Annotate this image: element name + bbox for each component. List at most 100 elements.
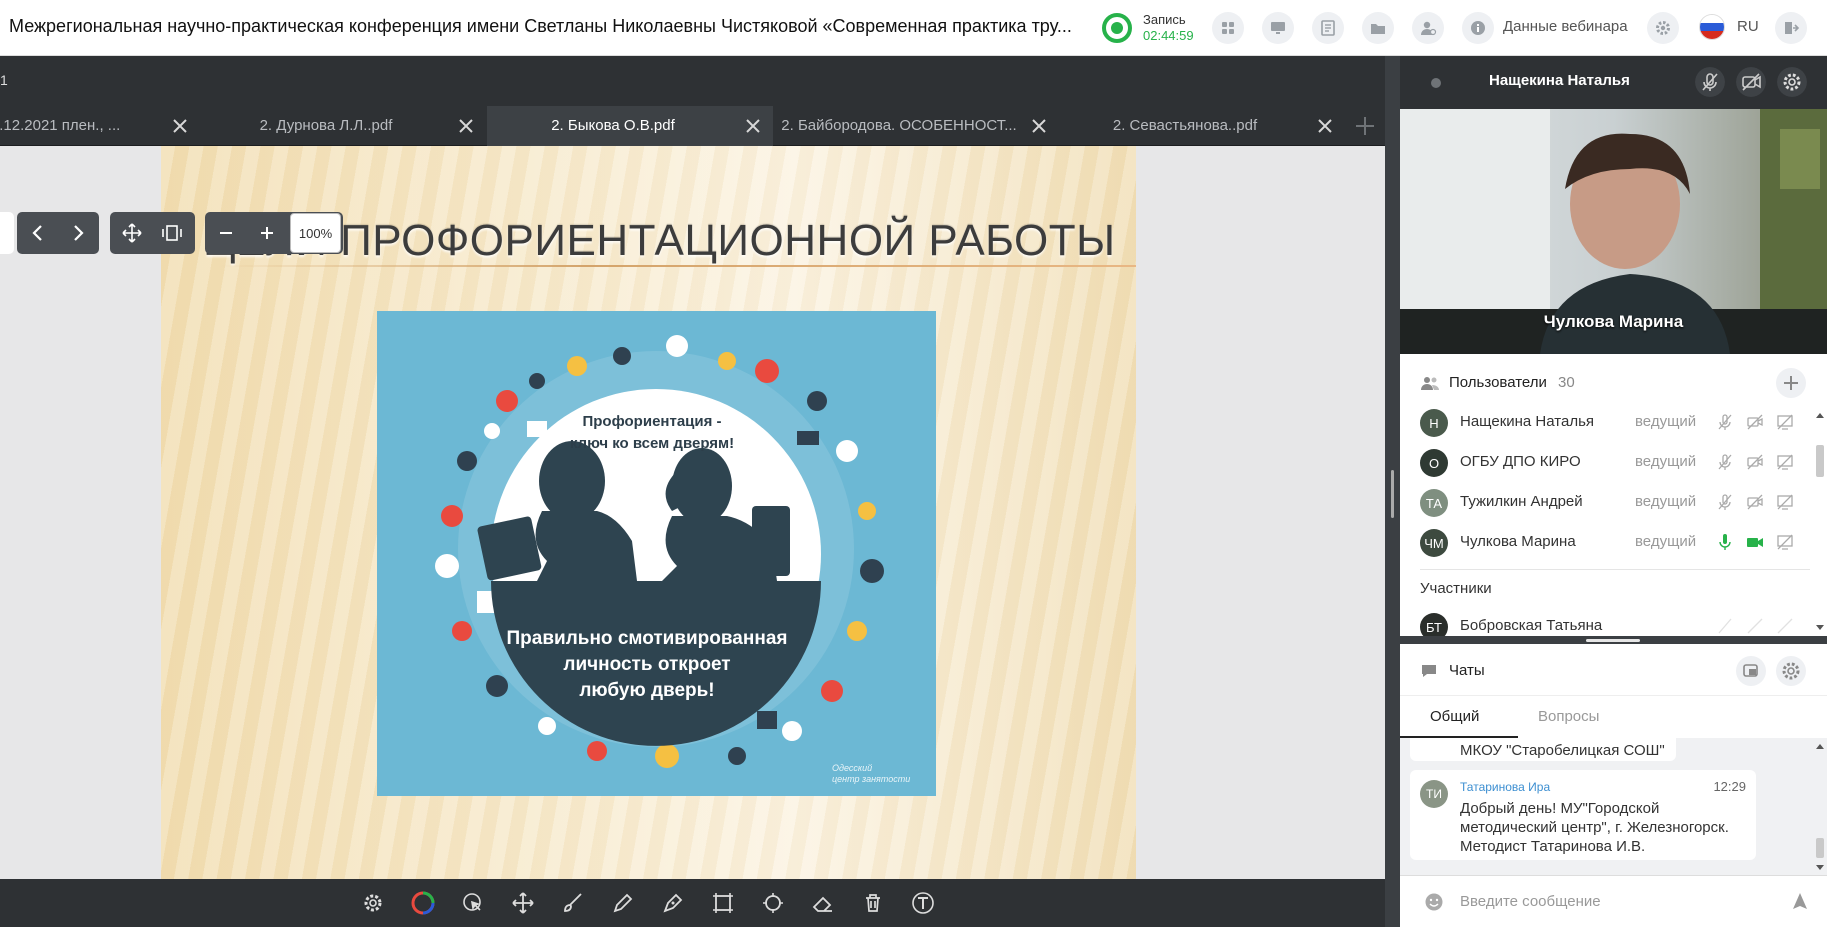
pencil-icon[interactable] (611, 891, 635, 915)
settings-icon[interactable] (361, 891, 385, 915)
screen-off-icon[interactable] (1775, 616, 1795, 636)
screen-off-icon[interactable] (1775, 492, 1795, 512)
prev-page-icon[interactable] (26, 221, 50, 245)
user-name: ОГБУ ДПО КИРО (1460, 453, 1581, 470)
screen-off-icon[interactable] (1775, 452, 1795, 472)
file-tabs: КА 17.12.2021 плен., ... 2. Дурнова Л.Л.… (0, 106, 1385, 146)
send-icon[interactable] (1789, 890, 1811, 912)
camera-on-icon[interactable] (1745, 532, 1765, 552)
documents-button[interactable] (1312, 12, 1344, 44)
language-selector[interactable]: RU (1737, 18, 1759, 35)
zoom-level[interactable]: 100% (290, 213, 341, 253)
file-tab[interactable]: 2. Севастьянова..pdf (1059, 106, 1345, 146)
zoom-in-icon[interactable] (255, 221, 279, 245)
screen-share-button[interactable] (1262, 12, 1294, 44)
file-tab-label: 2. Байбородова. ОСОБЕННОСТ... (781, 117, 1017, 134)
fit-width-icon[interactable] (160, 221, 184, 245)
chat-message: ТИ Татаринова Ира 12:29 Добрый день! МУ"… (1410, 770, 1756, 860)
mic-on-icon[interactable] (1715, 532, 1735, 552)
splitter-handle[interactable] (1586, 639, 1640, 642)
fit-page-icon[interactable] (120, 221, 144, 245)
scroll-down-icon[interactable] (1815, 624, 1825, 632)
user-settings-button[interactable] (1412, 12, 1444, 44)
add-tab-icon[interactable] (1353, 114, 1377, 138)
page-input[interactable] (0, 212, 14, 254)
settings-button[interactable] (1647, 12, 1679, 44)
emoji-icon[interactable] (1424, 892, 1444, 912)
scroll-thumb[interactable] (1816, 838, 1824, 858)
webinar-data-link[interactable]: Данные вебинара (1503, 18, 1628, 35)
circle-icon[interactable] (761, 891, 785, 915)
scroll-up-icon[interactable] (1815, 742, 1825, 750)
tab-questions[interactable]: Вопросы (1538, 708, 1599, 725)
brush-icon[interactable] (561, 891, 585, 915)
tab-general[interactable]: Общий (1430, 708, 1479, 725)
users-scrollbar[interactable] (1813, 411, 1827, 633)
file-tab-label: КА 17.12.2021 плен., ... (0, 117, 121, 134)
pen-icon[interactable] (661, 891, 685, 915)
camera-off-icon[interactable] (1745, 412, 1765, 432)
eraser-icon[interactable] (811, 891, 835, 915)
pointer-icon[interactable] (461, 891, 485, 915)
close-icon[interactable] (170, 116, 190, 136)
slide-viewer[interactable]: ЦЕЛИ ПРОФОРИЕНТАЦИОННОЙ РАБОТЫ Профориен… (0, 146, 1385, 879)
mic-off-icon[interactable] (1715, 412, 1735, 432)
info-button[interactable] (1462, 12, 1494, 44)
add-user-icon[interactable] (1776, 368, 1806, 398)
mic-off-icon[interactable] (1715, 492, 1735, 512)
scroll-thumb[interactable] (1816, 445, 1824, 477)
screen-off-icon[interactable] (1775, 532, 1795, 552)
zoom-out-icon[interactable] (214, 221, 238, 245)
close-icon[interactable] (456, 116, 476, 136)
avatar: О (1420, 449, 1448, 477)
color-wheel-icon[interactable] (411, 891, 435, 915)
camera-off-icon[interactable] (1736, 67, 1766, 97)
mic-off-icon[interactable] (1715, 616, 1735, 636)
trash-icon[interactable] (861, 891, 885, 915)
user-row[interactable]: ТА Тужилкин Андрей ведущий (1400, 482, 1810, 522)
camera-off-icon[interactable] (1745, 616, 1765, 636)
video-feed[interactable]: Чулкова Марина (1400, 109, 1827, 354)
scroll-up-icon[interactable] (1815, 411, 1825, 419)
mic-off-icon[interactable] (1695, 67, 1725, 97)
avatar: ЧМ (1420, 529, 1448, 557)
close-icon[interactable] (1315, 116, 1335, 136)
rectangle-icon[interactable] (711, 891, 735, 915)
file-tab[interactable]: КА 17.12.2021 плен., ... (0, 106, 200, 146)
file-tab[interactable]: 2. Дурнова Л.Л..pdf (200, 106, 486, 146)
chat-input[interactable]: Введите сообщение (1400, 875, 1827, 927)
next-page-icon[interactable] (66, 221, 90, 245)
gear-icon[interactable] (1777, 67, 1807, 97)
chat-popout-icon[interactable] (1736, 656, 1766, 686)
message-input-placeholder[interactable]: Введите сообщение (1460, 893, 1601, 910)
avatar: БТ (1420, 613, 1448, 636)
user-row[interactable]: БТ Бобровская Татьяна (1400, 606, 1810, 636)
apps-button[interactable] (1212, 12, 1244, 44)
message-author[interactable]: Татаринова Ира (1460, 780, 1550, 794)
page-strip: 1 (0, 56, 1385, 106)
close-icon[interactable] (1029, 116, 1049, 136)
divider-handle[interactable] (1391, 470, 1394, 518)
user-row[interactable]: ЧМ Чулкова Марина ведущий (1400, 522, 1810, 562)
message-time: 12:29 (1713, 779, 1746, 794)
files-button[interactable] (1362, 12, 1394, 44)
flag-ru-icon[interactable] (1699, 14, 1725, 40)
file-tab-active[interactable]: 2. Быкова О.В.pdf (487, 106, 773, 146)
mic-off-icon[interactable] (1715, 452, 1735, 472)
user-row[interactable]: Н Нащекина Наталья ведущий (1400, 408, 1810, 442)
move-icon[interactable] (511, 891, 535, 915)
file-tab-label: 2. Дурнова Л.Л..pdf (259, 117, 393, 134)
text-icon[interactable] (911, 891, 935, 915)
exit-button[interactable] (1775, 12, 1807, 44)
camera-off-icon[interactable] (1745, 452, 1765, 472)
camera-off-icon[interactable] (1745, 492, 1765, 512)
scroll-down-icon[interactable] (1815, 864, 1825, 872)
panel-splitter[interactable] (1400, 636, 1827, 644)
chat-scrollbar[interactable] (1813, 738, 1827, 875)
panel-divider[interactable] (1385, 56, 1400, 927)
screen-off-icon[interactable] (1775, 412, 1795, 432)
close-icon[interactable] (743, 116, 763, 136)
user-row[interactable]: О ОГБУ ДПО КИРО ведущий (1400, 442, 1810, 482)
gear-icon[interactable] (1776, 656, 1806, 686)
file-tab[interactable]: 2. Байбородова. ОСОБЕННОСТ... (773, 106, 1059, 146)
